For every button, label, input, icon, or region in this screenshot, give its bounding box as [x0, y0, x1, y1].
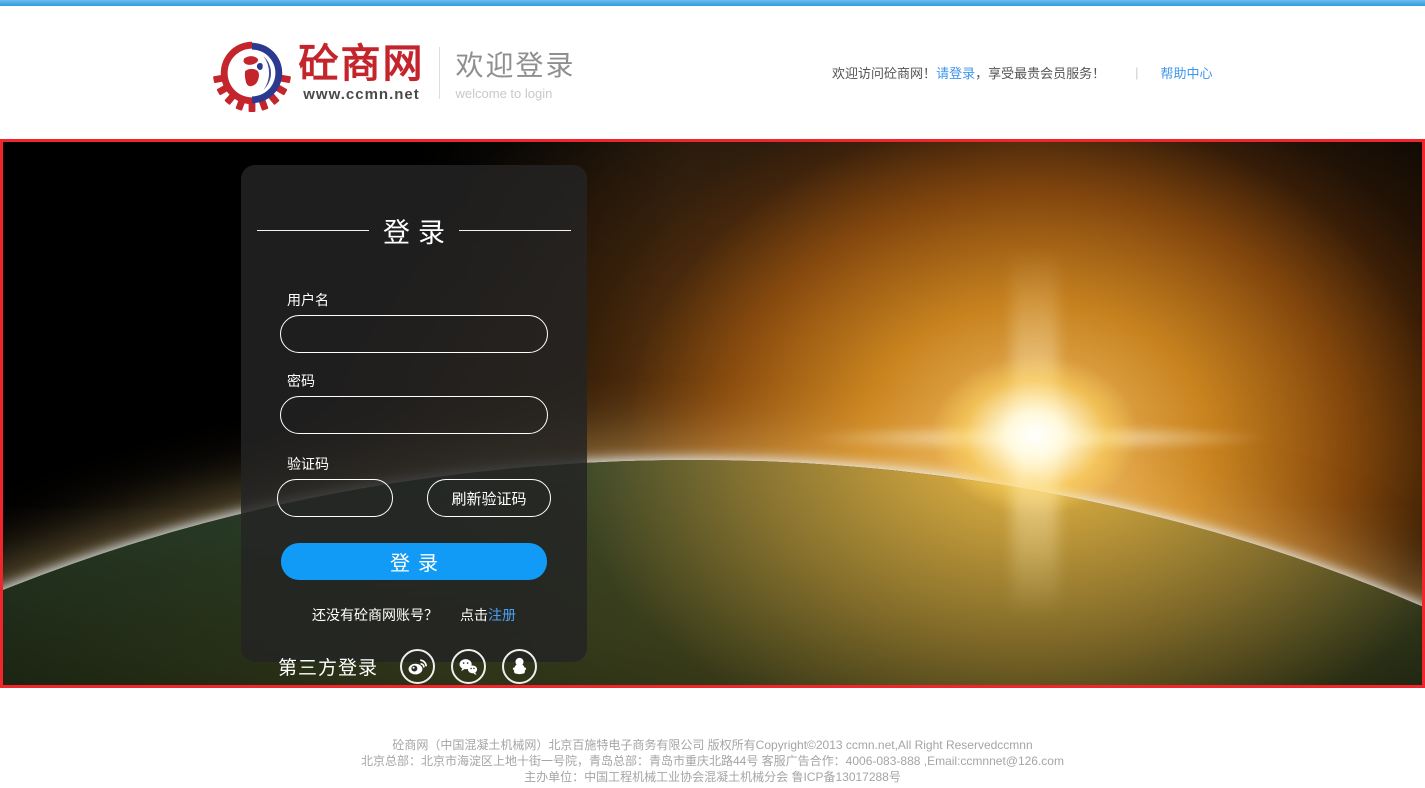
password-label: 密码: [287, 371, 587, 391]
third-party-login-row: 第三方登录: [241, 649, 587, 684]
welcome-slogan: 欢迎登录 welcome to login: [456, 44, 576, 101]
login-title-text: 登录: [375, 211, 453, 250]
refresh-captcha-button[interactable]: 刷新验证码: [427, 479, 551, 517]
captcha-label: 验证码: [287, 454, 587, 474]
qq-login-button[interactable]: [502, 649, 537, 684]
hero-banner: 登录 用户名 密码 验证码 刷新验证码 登录 还没有砼商网账号？ 点击注册 第三方…: [0, 139, 1425, 688]
third-party-label: 第三方登录: [278, 653, 378, 680]
register-row: 还没有砼商网账号？ 点击注册: [241, 605, 587, 625]
help-center-link[interactable]: 帮助中心: [1160, 63, 1212, 82]
planet-sunlit-surface: [0, 460, 1425, 688]
footer-copyright-line: 砼商网（中国混凝土机械网）北京百施特电子商务有限公司 版权所有Copyright…: [0, 737, 1425, 753]
gear-globe-icon: [213, 34, 291, 112]
login-button[interactable]: 登录: [281, 543, 547, 580]
footer-contact-line: 北京总部：北京市海淀区上地十街一号院，青岛总部：青岛市重庆北路44号 客服广告合…: [0, 753, 1425, 769]
slogan-title: 欢迎登录: [456, 44, 576, 84]
login-panel: 登录 用户名 密码 验证码 刷新验证码 登录 还没有砼商网账号？点击注册 第三方…: [241, 165, 587, 662]
password-input[interactable]: [280, 396, 548, 434]
register-prompt: 还没有砼商网账号？: [312, 607, 438, 623]
wechat-login-button[interactable]: [451, 649, 486, 684]
site-logo[interactable]: 砼商网 www.ccmn.net: [213, 34, 425, 112]
page-footer: 砼商网（中国混凝土机械网）北京百施特电子商务有限公司 版权所有Copyright…: [0, 688, 1425, 788]
logo-title: 砼商网: [299, 43, 425, 85]
register-link[interactable]: 注册: [488, 607, 516, 623]
planet-horizon: [0, 460, 1425, 688]
weibo-icon: [406, 655, 429, 678]
title-line-left: [257, 230, 369, 231]
header-divider: [439, 47, 440, 99]
register-action-text: 点击: [460, 607, 488, 623]
username-label: 用户名: [287, 290, 587, 310]
login-panel-title: 登录: [241, 211, 587, 250]
username-input[interactable]: [280, 315, 548, 353]
slogan-subtitle: welcome to login: [456, 86, 576, 101]
weibo-login-button[interactable]: [400, 649, 435, 684]
page-header: 砼商网 www.ccmn.net 欢迎登录 welcome to login 欢…: [0, 6, 1425, 139]
captcha-input[interactable]: [277, 479, 393, 517]
welcome-text-prefix: 欢迎访问砼商网！: [832, 63, 936, 82]
welcome-text-suffix: ，享受最贵会员服务！: [975, 63, 1105, 82]
title-line-right: [459, 230, 571, 231]
header-links: 欢迎访问砼商网！ 请登录 ，享受最贵会员服务！ | 帮助中心: [832, 63, 1212, 82]
qq-icon: [508, 655, 531, 678]
login-link[interactable]: 请登录: [936, 63, 975, 82]
wechat-icon: [457, 655, 480, 678]
header-separator: |: [1135, 65, 1138, 80]
footer-organizer-line: 主办单位：中国工程机械工业协会混凝土机械分会 鲁ICP备13017288号: [0, 769, 1425, 785]
logo-url: www.ccmn.net: [303, 86, 419, 103]
sun-core: [905, 335, 1165, 535]
